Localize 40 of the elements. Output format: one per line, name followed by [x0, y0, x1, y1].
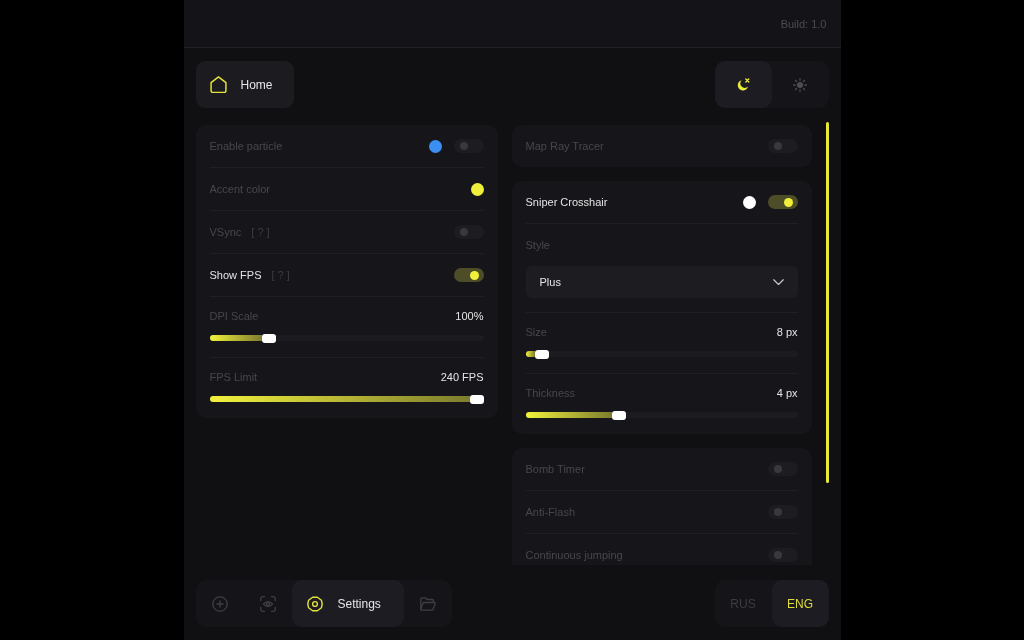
toggle-switch[interactable] — [767, 195, 798, 209]
slider-thumb[interactable] — [611, 410, 626, 420]
toggle-switch[interactable] — [767, 548, 798, 562]
toggle-switch[interactable] — [453, 268, 484, 282]
scrollbar-thumb[interactable] — [825, 122, 829, 483]
toggle-switch[interactable] — [767, 139, 798, 153]
setting-label: Sniper Crosshair — [525, 195, 608, 209]
color-swatch-icon[interactable] — [428, 139, 442, 153]
settings-icon — [306, 595, 323, 612]
setting-value: 100% — [455, 309, 484, 323]
house-icon — [209, 75, 227, 94]
slider-thumb[interactable] — [534, 349, 549, 359]
slider-thumb[interactable] — [469, 394, 484, 404]
help-hint: [ ? ] — [271, 268, 290, 282]
nav-tab[interactable]: Settings — [291, 580, 404, 627]
toggle-switch[interactable] — [767, 462, 798, 476]
setting-label: Show FPS — [209, 268, 262, 282]
style-dropdown[interactable]: Plus — [525, 266, 798, 298]
setting-value: 8 px — [776, 325, 798, 339]
slider-track[interactable] — [525, 351, 798, 357]
chevron-down-icon — [772, 278, 784, 286]
slider-track[interactable] — [209, 335, 484, 341]
language-button[interactable]: ENG — [771, 580, 829, 627]
folder-icon — [419, 595, 436, 612]
toggle-switch[interactable] — [767, 505, 798, 519]
toggle-switch[interactable] — [453, 139, 484, 153]
sun-icon — [793, 77, 807, 92]
color-swatch-icon[interactable] — [742, 195, 756, 209]
slider-track[interactable] — [525, 412, 798, 418]
setting-value: 4 px — [776, 386, 798, 400]
eye-scan-icon — [259, 595, 276, 612]
color-swatch-icon[interactable] — [470, 182, 484, 196]
slider-thumb[interactable] — [261, 333, 276, 343]
crosshair-icon — [211, 595, 228, 612]
moon-icon — [736, 77, 750, 92]
setting-value: 240 FPS — [440, 370, 484, 384]
home-button[interactable]: Home — [195, 61, 294, 108]
toggle-switch[interactable] — [453, 225, 484, 239]
dark-theme-button[interactable] — [714, 61, 772, 108]
help-hint: [ ? ] — [251, 225, 270, 239]
